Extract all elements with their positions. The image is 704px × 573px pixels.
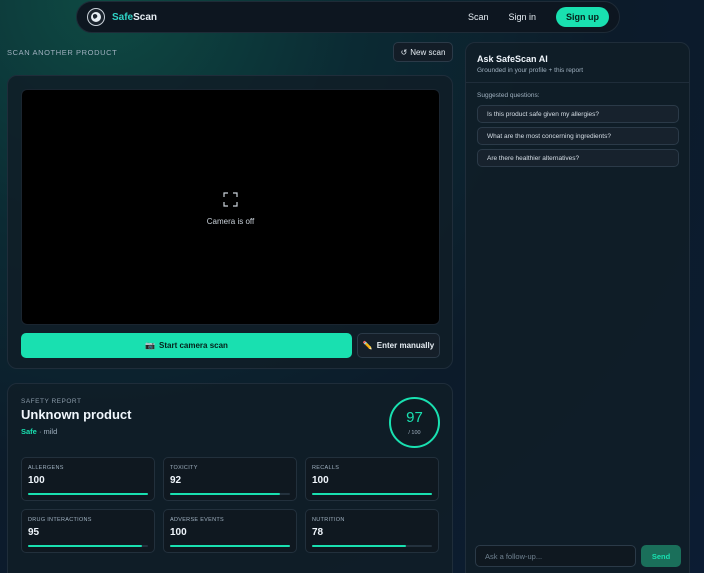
metric-bar bbox=[312, 545, 432, 547]
suggested-question[interactable]: What are the most concerning ingredients… bbox=[477, 127, 679, 145]
nav-link-scan[interactable]: Scan bbox=[468, 12, 489, 22]
safety-status: Safe · mild bbox=[21, 427, 57, 436]
follow-up-input[interactable]: Ask a follow-up... bbox=[475, 545, 636, 567]
metric-bar-fill bbox=[28, 493, 148, 495]
camera-viewport: Camera is off bbox=[21, 89, 440, 325]
metric-value: 78 bbox=[312, 527, 324, 538]
camera-icon: 📷 bbox=[145, 341, 156, 350]
metric-bar bbox=[170, 493, 290, 495]
report-label: SAFETY REPORT bbox=[21, 398, 82, 405]
scan-panel: Camera is off 📷 Start camera scan ✏️ Ent… bbox=[7, 75, 453, 369]
metric-value: 100 bbox=[312, 475, 329, 486]
metric-card: NUTRITION 78 bbox=[305, 509, 439, 553]
camera-status: Camera is off bbox=[206, 217, 255, 226]
pencil-icon: ✏️ bbox=[362, 341, 373, 350]
metric-bar-fill bbox=[28, 545, 142, 547]
scan-frame-icon bbox=[223, 192, 238, 207]
metric-value: 92 bbox=[170, 475, 182, 486]
metric-label: DRUG INTERACTIONS bbox=[28, 517, 92, 523]
divider bbox=[466, 82, 689, 83]
chat-subtitle: Grounded in your profile + this report bbox=[477, 67, 584, 74]
suggested-questions-label: Suggested questions: bbox=[477, 92, 540, 99]
enter-manually-button[interactable]: ✏️ Enter manually bbox=[357, 333, 440, 358]
score-max: / 100 bbox=[408, 430, 421, 436]
metric-label: TOXICITY bbox=[170, 465, 198, 471]
safety-report-panel: SAFETY REPORT Unknown product Safe · mil… bbox=[7, 383, 453, 573]
section-title: SCAN ANOTHER PRODUCT bbox=[7, 48, 118, 57]
start-camera-scan-button[interactable]: 📷 Start camera scan bbox=[21, 333, 352, 358]
metric-bar bbox=[170, 545, 290, 547]
suggested-question[interactable]: Is this product safe given my allergies? bbox=[477, 105, 679, 123]
new-scan-button[interactable]: ↺ New scan bbox=[393, 42, 453, 62]
metric-bar bbox=[28, 545, 148, 547]
globe-logo-icon[interactable] bbox=[87, 8, 105, 26]
metric-card: TOXICITY 92 bbox=[163, 457, 297, 501]
nav-link-sign-in[interactable]: Sign in bbox=[508, 12, 536, 22]
refresh-icon: ↺ bbox=[400, 47, 408, 57]
metric-label: ALLERGENS bbox=[28, 465, 64, 471]
metric-bar bbox=[28, 493, 148, 495]
metric-value: 95 bbox=[28, 527, 40, 538]
suggested-question[interactable]: Are there healthier alternatives? bbox=[477, 149, 679, 167]
metric-bar-fill bbox=[312, 493, 432, 495]
metric-label: ADVERSE EVENTS bbox=[170, 517, 225, 523]
metric-label: NUTRITION bbox=[312, 517, 345, 523]
metric-card: DRUG INTERACTIONS 95 bbox=[21, 509, 155, 553]
metric-value: 100 bbox=[28, 475, 45, 486]
metric-card: RECALLS 100 bbox=[305, 457, 439, 501]
top-nav: SafeScan Scan Sign in Sign up bbox=[76, 1, 620, 33]
metric-bar-fill bbox=[170, 493, 281, 495]
status-badge: Safe bbox=[21, 427, 37, 436]
metric-bar-fill bbox=[312, 545, 406, 547]
metric-bar bbox=[312, 493, 432, 495]
metric-card: ADVERSE EVENTS 100 bbox=[163, 509, 297, 553]
severity-text: · mild bbox=[38, 427, 58, 436]
brand-name[interactable]: SafeScan bbox=[112, 12, 157, 23]
metric-card: ALLERGENS 100 bbox=[21, 457, 155, 501]
metric-value: 100 bbox=[170, 527, 187, 538]
ai-chat-panel: Ask SafeScan AI Grounded in your profile… bbox=[465, 42, 690, 573]
metric-label: RECALLS bbox=[312, 465, 340, 471]
chat-title: Ask SafeScan AI bbox=[477, 54, 548, 64]
sign-up-button[interactable]: Sign up bbox=[556, 7, 609, 27]
safety-score-ring: 97 / 100 bbox=[389, 397, 440, 448]
product-name: Unknown product bbox=[21, 407, 132, 422]
metric-bar-fill bbox=[170, 545, 290, 547]
score-value: 97 bbox=[406, 409, 423, 426]
send-button[interactable]: Send bbox=[641, 545, 681, 567]
